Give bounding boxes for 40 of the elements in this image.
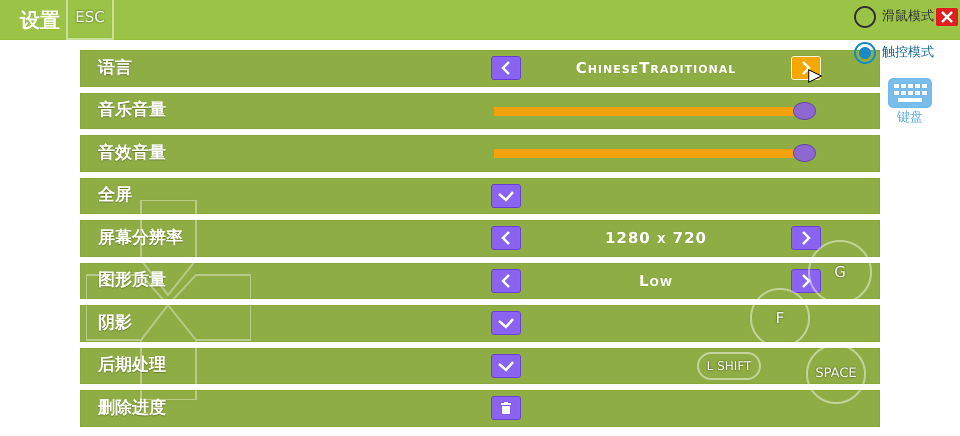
- next-button[interactable]: [791, 226, 821, 250]
- check-icon: [497, 190, 515, 202]
- delete-button[interactable]: [491, 396, 521, 420]
- setting-label: 阴影: [97, 312, 133, 334]
- screen-title: 设置: [20, 8, 60, 32]
- setting-label: 后期处理: [96, 354, 167, 377]
- checkbox[interactable]: [491, 311, 521, 336]
- mode-radio[interactable]: 滑鼠模式: [854, 6, 934, 28]
- setting-label: 全屏: [96, 184, 133, 207]
- setting-value: Low: [638, 270, 674, 292]
- chevron-right-icon: [800, 231, 812, 246]
- cursor-icon: [808, 69, 822, 84]
- setting-label: 删除进度: [96, 396, 167, 420]
- setting-label: 音乐音量: [97, 99, 167, 122]
- setting-label: 图形质量: [97, 269, 167, 292]
- checkbox[interactable]: [491, 354, 521, 378]
- touch-key[interactable]: L SHIFT: [697, 352, 761, 380]
- slider-thumb[interactable]: [792, 102, 816, 120]
- setting-value: 1280 x 720: [604, 228, 708, 249]
- chevron-right-icon: [800, 61, 812, 76]
- setting-label: 音效音量: [97, 142, 167, 164]
- check-icon: [497, 317, 515, 330]
- previous-button[interactable]: [491, 268, 521, 293]
- close-icon[interactable]: [936, 8, 958, 26]
- chevron-left-icon: [500, 231, 512, 246]
- checkbox[interactable]: [491, 184, 521, 208]
- chevron-left-icon: [500, 61, 512, 76]
- mode-radio[interactable]: 触控模式: [854, 42, 934, 64]
- previous-button[interactable]: [491, 226, 521, 250]
- chevron-right-icon: [800, 274, 812, 288]
- next-button[interactable]: [791, 268, 821, 293]
- slider-thumb[interactable]: [792, 144, 816, 162]
- setting-label: 屏幕分辨率: [96, 226, 184, 250]
- setting-label: 语言: [96, 56, 133, 80]
- setting-value: ChineseTraditional: [574, 58, 738, 79]
- chevron-left-icon: [500, 274, 512, 288]
- trash-icon: [501, 402, 511, 414]
- previous-button[interactable]: [491, 56, 521, 80]
- esc-key[interactable]: ESC: [66, 0, 114, 40]
- check-icon: [497, 360, 515, 372]
